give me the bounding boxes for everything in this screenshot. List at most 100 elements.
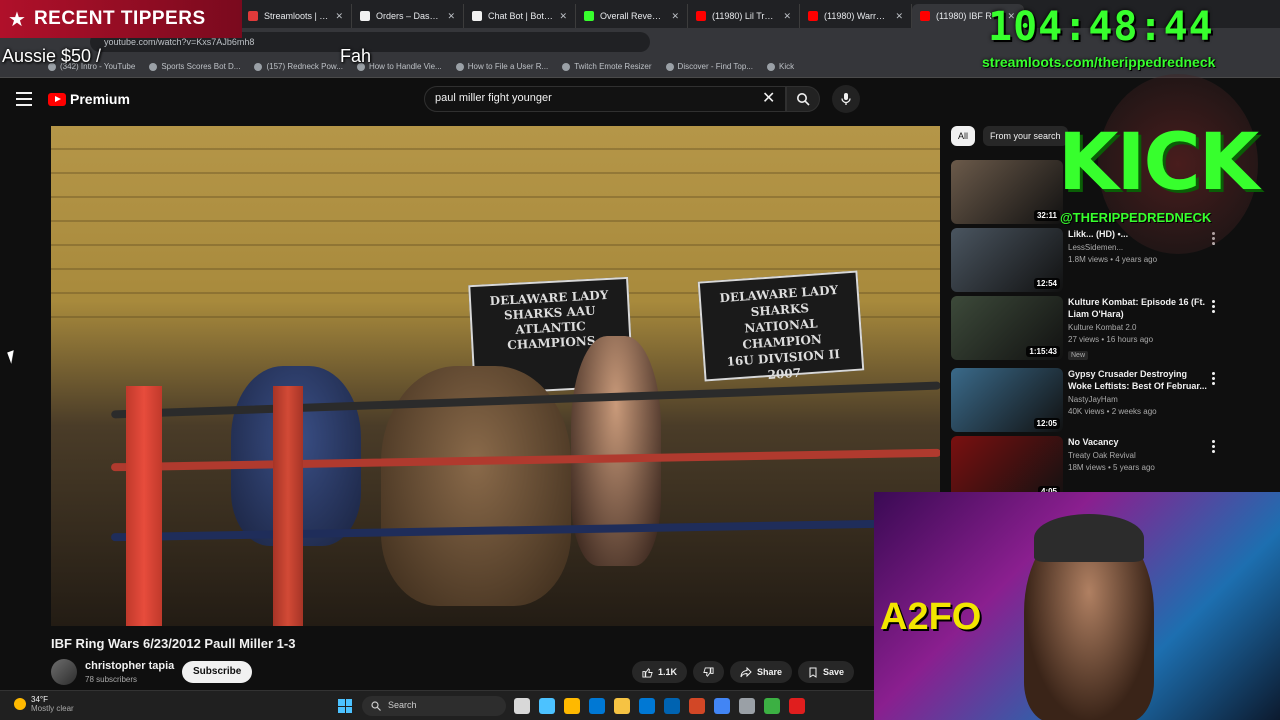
taskbar-app-icon[interactable] <box>789 698 805 714</box>
streamer-hat <box>1034 514 1144 562</box>
recommended-video[interactable]: 1:15:43 Kulture Kombat: Episode 16 (Ft. L… <box>951 296 1221 360</box>
video-duration: 12:54 <box>1033 278 1060 289</box>
ring-corner-post <box>273 386 303 626</box>
menu-icon[interactable] <box>16 92 32 106</box>
chip-all[interactable]: All <box>951 126 976 146</box>
tab-close-icon[interactable]: ✕ <box>895 11 903 22</box>
video-thumbnail[interactable]: 32:11 <box>951 160 1063 224</box>
chip-from-your-search[interactable]: From your search <box>983 126 1068 146</box>
tab-close-icon[interactable]: ✕ <box>447 11 455 22</box>
more-options-icon[interactable] <box>1212 440 1216 453</box>
like-button[interactable]: 1.1K <box>632 661 688 683</box>
windows-start-icon[interactable] <box>338 699 352 713</box>
search-input[interactable]: paul miller fight younger <box>424 86 786 112</box>
browser-tab[interactable]: (11980) Warren G ✕ <box>800 4 912 28</box>
browser-tab[interactable]: Chat Bot | BotRix - ✕ <box>464 4 576 28</box>
video-thumbnail[interactable]: 1:15:43 <box>951 296 1063 360</box>
share-button[interactable]: Share <box>730 661 793 683</box>
search-icon <box>371 701 381 711</box>
bookmark-item[interactable]: Sports Scores Bot D... <box>149 62 240 71</box>
voice-search-button[interactable] <box>832 85 860 113</box>
tip-amount: Aussie $50 / <box>2 46 102 66</box>
taskbar-search[interactable]: Search <box>362 696 506 716</box>
recommended-video-channel[interactable]: NastyJayHam <box>1068 395 1208 404</box>
video-thumbnail[interactable]: 12:05 <box>951 368 1063 432</box>
recommended-video-channel[interactable]: Kulture Kombat 2.0 <box>1068 323 1208 332</box>
bookmark-item[interactable]: Kick <box>766 62 795 71</box>
pinned-apps <box>514 698 805 714</box>
dislike-button[interactable] <box>693 661 725 683</box>
new-badge: New <box>1068 351 1089 360</box>
taskbar-app-icon[interactable] <box>589 698 605 714</box>
taskbar-app-icon[interactable] <box>714 698 730 714</box>
kick-overlay: KICK @THERIPPEDREDNECK <box>1058 118 1280 248</box>
tab-favicon-icon <box>696 11 706 21</box>
taskbar-app-icon[interactable] <box>764 698 780 714</box>
save-button[interactable]: Save <box>798 661 855 683</box>
taskbar-app-icon[interactable] <box>639 698 655 714</box>
tab-close-icon[interactable]: ✕ <box>335 11 343 22</box>
taskbar-app-icon[interactable] <box>664 698 680 714</box>
tab-favicon-icon <box>360 11 370 21</box>
tab-close-icon[interactable]: ✕ <box>671 11 679 22</box>
taskbar-app-icon[interactable] <box>614 698 630 714</box>
clear-search-icon[interactable]: ✕ <box>762 90 775 108</box>
weather-widget[interactable]: 34°F Mostly clear <box>14 695 74 713</box>
bookmark-item[interactable]: Twitch Emote Resizer <box>562 62 652 71</box>
recommended-video-info: No Vacancy Treaty Oak Revival 18M views • … <box>1068 436 1208 472</box>
bookmark-favicon-icon <box>149 62 158 71</box>
tab-close-icon[interactable]: ✕ <box>559 11 567 22</box>
subscriber-count: 78 subscribers <box>85 675 138 684</box>
tip-name: Fah <box>340 46 372 66</box>
tab-title: Chat Bot | BotRix - <box>488 11 553 21</box>
bookmark-label: Sports Scores Bot D... <box>161 62 241 71</box>
tab-title: Streamloots | The <box>264 11 330 21</box>
video-actions: 1.1K Share Save <box>632 661 855 683</box>
youtube-play-icon <box>48 92 66 106</box>
browser-tab[interactable]: Orders – Dashboar ✕ <box>352 4 464 28</box>
bookmark-label: How to File a User R... <box>467 62 549 71</box>
channel-name[interactable]: christopher tapia <box>85 660 174 672</box>
tab-close-icon[interactable]: ✕ <box>783 11 791 22</box>
recommended-video-meta: 1.8M views • 4 years ago <box>1068 255 1158 264</box>
recommended-video-channel[interactable]: Treaty Oak Revival <box>1068 451 1208 460</box>
kick-handle: @THERIPPEDREDNECK <box>1060 210 1212 225</box>
gym-banner-right: DELAWARE LADY SHARKS NATIONAL CHAMPION 16U… <box>697 270 865 382</box>
share-label: Share <box>757 667 783 677</box>
tab-title: (11980) Lil Troy - V <box>712 11 777 21</box>
bookmark-icon <box>809 667 817 678</box>
channel-avatar[interactable] <box>51 659 77 685</box>
browser-tab[interactable]: Overall Revenue - ✕ <box>576 4 688 28</box>
taskbar-app-icon[interactable] <box>689 698 705 714</box>
more-options-icon[interactable] <box>1212 300 1216 313</box>
bookmark-item[interactable]: How to File a User R... <box>455 62 549 71</box>
mouse-cursor-icon <box>7 350 18 364</box>
taskbar-app-icon[interactable] <box>564 698 580 714</box>
bookmark-label: (157) Redneck Pow... <box>266 62 343 71</box>
recommended-video-title[interactable]: Gypsy Crusader Destroying Woke Leftists:… <box>1068 368 1208 392</box>
bookmark-label: How to Handle Vie... <box>368 62 442 71</box>
browser-tab[interactable]: Streamloots | The ✕ <box>240 4 352 28</box>
recommended-video[interactable]: 4:05 No Vacancy Treaty Oak Revival 18M view… <box>951 436 1221 500</box>
video-thumbnail[interactable]: 12:54 <box>951 228 1063 292</box>
subscribe-button[interactable]: Subscribe <box>182 661 253 683</box>
browser-tab[interactable]: (11980) Lil Troy - V ✕ <box>688 4 800 28</box>
bookmark-label: Kick <box>778 62 795 71</box>
recommended-video-meta: 27 views • 16 hours ago <box>1068 335 1154 344</box>
bookmark-item[interactable]: (157) Redneck Pow... <box>254 62 343 71</box>
recommended-video[interactable]: 12:05 Gypsy Crusader Destroying Woke Left… <box>951 368 1221 432</box>
taskbar-app-icon[interactable] <box>514 698 530 714</box>
video-player[interactable]: DELAWARE LADY SHARKS AAU ATLANTIC CHAMPION… <box>51 126 940 626</box>
taskbar-app-icon[interactable] <box>739 698 755 714</box>
taskbar-app-icon[interactable] <box>539 698 555 714</box>
more-options-icon[interactable] <box>1212 372 1216 385</box>
search-button[interactable] <box>786 86 820 112</box>
video-thumbnail[interactable]: 4:05 <box>951 436 1063 500</box>
recommended-video-title[interactable]: Kulture Kombat: Episode 16 (Ft. Liam O'H… <box>1068 296 1208 320</box>
bookmark-item[interactable]: Discover - Find Top... <box>665 62 753 71</box>
recommended-video-title[interactable]: No Vacancy <box>1068 436 1208 448</box>
tab-favicon-icon <box>920 11 930 21</box>
bookmark-label: Discover - Find Top... <box>677 62 753 71</box>
youtube-logo[interactable]: Premium <box>48 91 130 107</box>
recommended-video-info: Kulture Kombat: Episode 16 (Ft. Liam O'H… <box>1068 296 1208 362</box>
